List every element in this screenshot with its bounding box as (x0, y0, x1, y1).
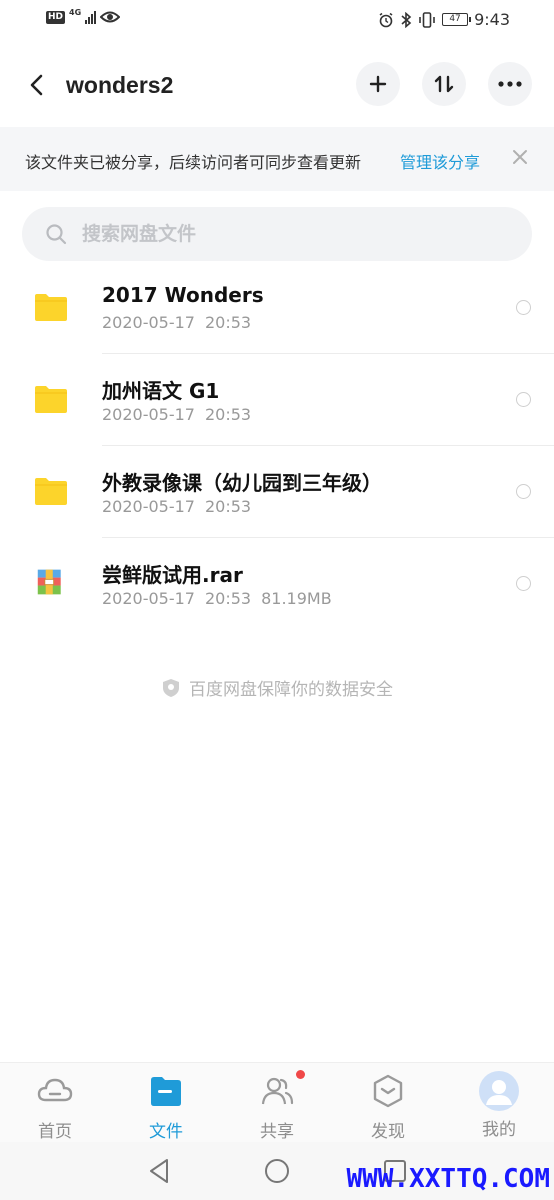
avatar-icon (479, 1071, 519, 1111)
nav-files[interactable]: 文件 (121, 1073, 211, 1143)
status-left: HD 4G (46, 7, 121, 24)
alarm-icon (379, 12, 393, 27)
nav-home-label: 首页 (38, 1122, 72, 1142)
file-meta: 2020-05-17 20:53 (102, 497, 261, 516)
folder-icon (35, 386, 67, 413)
battery-indicator: 47 (442, 13, 472, 26)
share-banner-text: 该文件夹已被分享，后续访问者可同步查看更新 (25, 153, 362, 172)
file-row[interactable]: 尝鲜版试用.rar 2020-05-17 20:53 81.19MB (0, 538, 554, 630)
file-list: 2017 Wonders 2020-05-17 20:53 加州语文 G1 202… (0, 262, 554, 630)
more-button[interactable] (488, 62, 532, 106)
watermark: WWW.XXTTQ.COM (346, 1164, 551, 1194)
share-banner: 该文件夹已被分享，后续访问者可同步查看更新 管理该分享 (0, 127, 554, 191)
shield-icon (163, 679, 179, 697)
archive-file-icon (37, 569, 61, 595)
header: wonders2 (0, 62, 554, 110)
status-bar: HD 4G 47 9:43 (0, 0, 554, 44)
vibrate-icon (419, 11, 435, 28)
manage-share-link[interactable]: 管理该分享 (400, 149, 480, 173)
sort-arrows-icon (434, 75, 454, 93)
bottom-nav: 首页 文件 共享 发现 我的 (0, 1062, 554, 1142)
network-type: 4G (69, 7, 82, 17)
nav-files-label: 文件 (149, 1122, 183, 1142)
file-time: 20:53 (204, 405, 252, 424)
file-date: 2020-05-17 (102, 405, 195, 424)
security-note: 百度网盘保障你的数据安全 (0, 675, 554, 700)
file-time: 20:53 (204, 589, 252, 608)
file-date: 2020-05-17 (102, 313, 195, 332)
close-icon (513, 150, 527, 164)
nav-discover[interactable]: 发现 (343, 1073, 433, 1143)
plus-icon (369, 75, 387, 93)
hd-badge: HD (46, 10, 66, 24)
sort-button[interactable] (422, 62, 466, 106)
system-home-icon[interactable] (262, 1156, 292, 1186)
nav-discover-label: 发现 (371, 1122, 405, 1142)
system-nav-bar: WWW.XXTTQ.COM (0, 1142, 554, 1200)
folder-icon (151, 1077, 181, 1106)
file-date: 2020-05-17 (102, 497, 195, 516)
search-bar[interactable] (22, 207, 532, 261)
clock: 9:43 (474, 10, 510, 29)
bluetooth-icon (401, 11, 412, 28)
select-checkbox[interactable] (516, 484, 531, 499)
file-name: 2017 Wonders (102, 283, 264, 307)
nav-share-label: 共享 (260, 1122, 294, 1142)
folder-icon (35, 478, 67, 505)
nav-share[interactable]: 共享 (232, 1070, 322, 1143)
signal-icon (85, 10, 97, 24)
file-row[interactable]: 2017 Wonders 2020-05-17 20:53 (0, 262, 554, 354)
eye-icon (100, 11, 121, 23)
nav-mine[interactable]: 我的 (454, 1071, 544, 1143)
file-meta: 2020-05-17 20:53 (102, 405, 261, 424)
back-button[interactable] (22, 70, 52, 100)
more-dots-icon (498, 81, 522, 87)
file-name: 加州语文 G1 (102, 379, 220, 403)
file-date: 2020-05-17 (102, 589, 195, 608)
add-button[interactable] (356, 62, 400, 106)
cloud-icon (37, 1078, 73, 1102)
file-name: 尝鲜版试用.rar (102, 563, 243, 587)
file-time: 20:53 (204, 497, 252, 516)
select-checkbox[interactable] (516, 392, 531, 407)
search-input[interactable] (82, 207, 502, 261)
close-banner-button[interactable] (510, 147, 530, 167)
status-right: 47 9:43 (378, 10, 510, 29)
select-checkbox[interactable] (516, 576, 531, 591)
chevron-left-icon (30, 74, 43, 96)
file-meta: 2020-05-17 20:53 (102, 313, 261, 332)
file-row[interactable]: 外教录像课（幼儿园到三年级） 2020-05-17 20:53 (0, 446, 554, 538)
security-note-text: 百度网盘保障你的数据安全 (189, 680, 393, 700)
file-row[interactable]: 加州语文 G1 2020-05-17 20:53 (0, 354, 554, 446)
nav-home[interactable]: 首页 (10, 1073, 100, 1143)
file-size: 81.19MB (261, 589, 332, 608)
nav-mine-label: 我的 (482, 1120, 516, 1140)
cube-icon (373, 1074, 403, 1108)
page-title: wonders2 (66, 72, 174, 98)
notification-badge (296, 1070, 305, 1079)
folder-icon (35, 294, 67, 321)
file-meta: 2020-05-17 20:53 81.19MB (102, 589, 342, 608)
system-back-icon[interactable] (145, 1156, 175, 1186)
search-icon (46, 224, 67, 245)
file-name: 外教录像课（幼儿园到三年级） (102, 471, 382, 495)
select-checkbox[interactable] (516, 300, 531, 315)
file-time: 20:53 (204, 313, 252, 332)
people-icon (261, 1077, 294, 1105)
